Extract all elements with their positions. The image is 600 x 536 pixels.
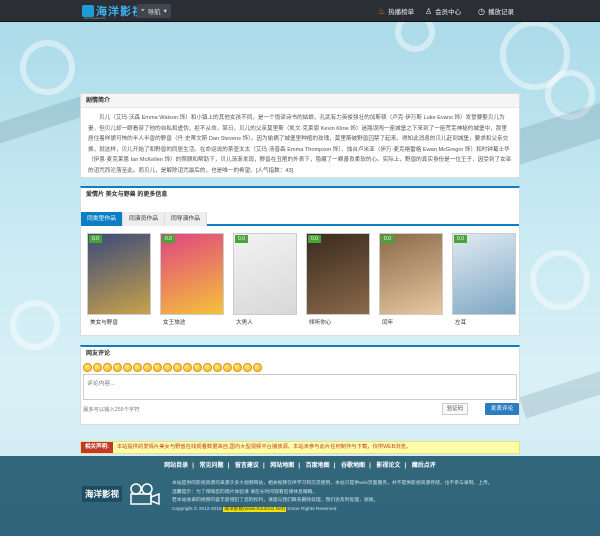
emoji-face-icon[interactable] <box>93 363 102 372</box>
play-history-link[interactable]: ◷ 播放记录 <box>478 6 514 17</box>
flame-icon: ♨ <box>378 6 386 16</box>
more-info-panel: 爱情片 美女与野兽 的更多信息 同类型作品 同演员作品 同导演作品 0.0 美女与… <box>80 186 520 336</box>
score-badge: 0.0 <box>162 235 175 243</box>
emoji-face-icon[interactable] <box>133 363 142 372</box>
related-movie-list: 0.0 美女与野兽 0.0 女王旅途 0.0 大男人 0.0 倾听你心 0.0 闰年 0.0 左耳 <box>81 226 519 326</box>
footer-link[interactable]: 百度地图 <box>306 463 330 469</box>
footer-link[interactable]: 影视论文 <box>376 463 400 469</box>
synopsis-panel: 剧情简介 贝儿（艾玛·沃森 Emma Watson 饰）和小镇上的其他女孩不同，… <box>80 93 520 178</box>
footer-link[interactable]: 网站地图 <box>270 463 294 469</box>
movie-title[interactable]: 美女与野兽 <box>87 318 151 326</box>
movie-title[interactable]: 女王旅途 <box>160 318 224 326</box>
footer-info: 本站提供的影视资源均来源于多大视频网站，相关视频仅供学习和交流使用，本站只提供w… <box>172 480 532 514</box>
copyright-text: Copyright © 2012-2015 <box>172 506 222 512</box>
member-center-link[interactable]: ♙ 会员中心 <box>425 6 462 17</box>
submit-comment-button[interactable]: 发表评论 <box>485 403 519 415</box>
score-badge: 0.0 <box>454 235 467 243</box>
emoji-face-icon[interactable] <box>123 363 132 372</box>
comments-panel: 网友评论 最多可以输入255个字符 验证码 发表评论 <box>80 345 520 425</box>
emoji-face-icon[interactable] <box>243 363 252 372</box>
movie-title[interactable]: 左耳 <box>452 318 516 326</box>
emoji-face-icon[interactable] <box>143 363 152 372</box>
synopsis-title: 剧情简介 <box>81 94 519 108</box>
disclaimer-notice: 相关声明: 本站提供的爱情片美女与野兽在线观看数据来自,国内大型视频平台播放源。… <box>80 441 520 454</box>
emoji-face-icon[interactable] <box>163 363 172 372</box>
movie-title[interactable]: 大男人 <box>233 318 297 326</box>
footer-link[interactable]: 谷歌地图 <box>341 463 365 469</box>
site-footer: 网站目录 | 常见问题 | 留言建议 | 网站地图 | 百度地图 | 谷歌地图 | 影视论文… <box>0 456 600 536</box>
chevron-down-icon: ▾ <box>163 8 167 15</box>
emoji-face-icon[interactable] <box>183 363 192 372</box>
hot-list-label: 热播榜单 <box>388 9 415 16</box>
nav-button-label: 导航 <box>147 9 161 16</box>
related-tabs: 同类型作品 同演员作品 同导演作品 <box>81 212 519 226</box>
comments-title: 网友评论 <box>81 347 519 361</box>
hot-list-link[interactable]: ♨ 热播榜单 <box>378 6 415 17</box>
emoji-face-icon[interactable] <box>233 363 242 372</box>
emoji-face-icon[interactable] <box>83 363 92 372</box>
footer-copyright: Copyright © 2012-2015 海洋影视(www.SouCinz.N… <box>172 506 532 515</box>
tab-same-director[interactable]: 同导演作品 <box>165 212 207 226</box>
disclaimer-text: 本站提供的爱情片美女与野兽在线观看数据来自,国内大型视频平台播放源。本站未参与此… <box>116 444 412 450</box>
play-history-label: 播放记录 <box>487 9 514 16</box>
captcha-field[interactable]: 验证码 <box>442 403 468 415</box>
clock-icon: ◷ <box>478 6 485 16</box>
copyright-site-link[interactable]: 海洋影视(www.SouCinz.Net) <box>223 506 286 512</box>
member-center-label: 会员中心 <box>435 9 462 16</box>
synopsis-text: 贝儿（艾玛·沃森 Emma Watson 饰）和小镇上的其他女孩不同，是一个饱读… <box>88 115 512 174</box>
emoji-face-icon[interactable] <box>203 363 212 372</box>
footer-link[interactable]: 留言建议 <box>235 463 259 469</box>
movie-card[interactable]: 0.0 倾听你心 <box>306 233 370 326</box>
score-badge: 0.0 <box>235 235 248 243</box>
movie-title[interactable]: 闰年 <box>379 318 443 326</box>
movie-card[interactable]: 0.0 左耳 <box>452 233 516 326</box>
emoji-picker <box>83 363 262 372</box>
char-limit-hint: 最多可以输入255个字符 <box>83 407 140 413</box>
emoji-face-icon[interactable] <box>113 363 122 372</box>
movie-card[interactable]: 0.0 美女与野兽 <box>87 233 151 326</box>
movie-poster[interactable]: 0.0 <box>306 233 370 315</box>
tab-same-genre[interactable]: 同类型作品 <box>81 212 123 226</box>
footer-link[interactable]: 网站目录 <box>164 463 188 469</box>
emoji-face-icon[interactable] <box>253 363 262 372</box>
footer-link[interactable]: 魔后点评 <box>412 463 436 469</box>
comment-input[interactable] <box>83 374 517 400</box>
score-badge: 0.0 <box>381 235 394 243</box>
footer-links: 网站目录 | 常见问题 | 留言建议 | 网站地图 | 百度地图 | 谷歌地图 | 影视论文… <box>164 463 436 469</box>
emoji-face-icon[interactable] <box>193 363 202 372</box>
movie-poster[interactable]: 0.0 <box>379 233 443 315</box>
disclaimer-label: 相关声明: <box>81 442 113 453</box>
score-badge: 0.0 <box>308 235 321 243</box>
tab-same-actor[interactable]: 同演员作品 <box>123 212 165 226</box>
footer-logo: 海洋影视 <box>82 483 161 505</box>
score-badge: 0.0 <box>89 235 102 243</box>
user-icon: ♙ <box>425 6 433 16</box>
emoji-face-icon[interactable] <box>223 363 232 372</box>
top-navigation-bar: 海洋影视 www.hyysw.com ⌖ 导航 ▾ ♨ 热播榜单 ♙ 会员中心 … <box>0 0 600 22</box>
more-info-title: 爱情片 美女与野兽 的更多信息 <box>81 188 519 202</box>
emoji-face-icon[interactable] <box>173 363 182 372</box>
movie-card[interactable]: 0.0 大男人 <box>233 233 297 326</box>
rights-text: Some Rights Reserved <box>287 506 337 512</box>
footer-link[interactable]: 常见问题 <box>200 463 224 469</box>
movie-poster[interactable]: 0.0 <box>233 233 297 315</box>
emoji-face-icon[interactable] <box>153 363 162 372</box>
map-marker-icon: ⌖ <box>141 7 145 14</box>
film-camera-icon <box>130 483 160 505</box>
movie-title[interactable]: 倾听你心 <box>306 318 370 326</box>
nav-dropdown-button[interactable]: ⌖ 导航 ▾ <box>137 4 171 18</box>
movie-poster[interactable]: 0.0 <box>87 233 151 315</box>
emoji-face-icon[interactable] <box>213 363 222 372</box>
footer-logo-text: 海洋影视 <box>82 486 123 502</box>
footer-line: 温馨提示：为了保障您的观片体验请 请在长时间观看后请休息眼睛。 <box>172 489 318 495</box>
footer-line: 本站提供的影视资源均来源于多大视频网站，相关视频仅供学习和交流使用，本站只提供w… <box>172 481 493 486</box>
emoji-face-icon[interactable] <box>103 363 112 372</box>
movie-card[interactable]: 0.0 女王旅途 <box>160 233 224 326</box>
footer-line: 若本站收录的视频内容无意侵犯了您的权利，请速与我们联系删除处理，我们会及时处理，… <box>172 498 379 504</box>
movie-poster[interactable]: 0.0 <box>160 233 224 315</box>
movie-poster[interactable]: 0.0 <box>452 233 516 315</box>
movie-card[interactable]: 0.0 闰年 <box>379 233 443 326</box>
logo-subtitle: www.hyysw.com <box>84 16 106 20</box>
